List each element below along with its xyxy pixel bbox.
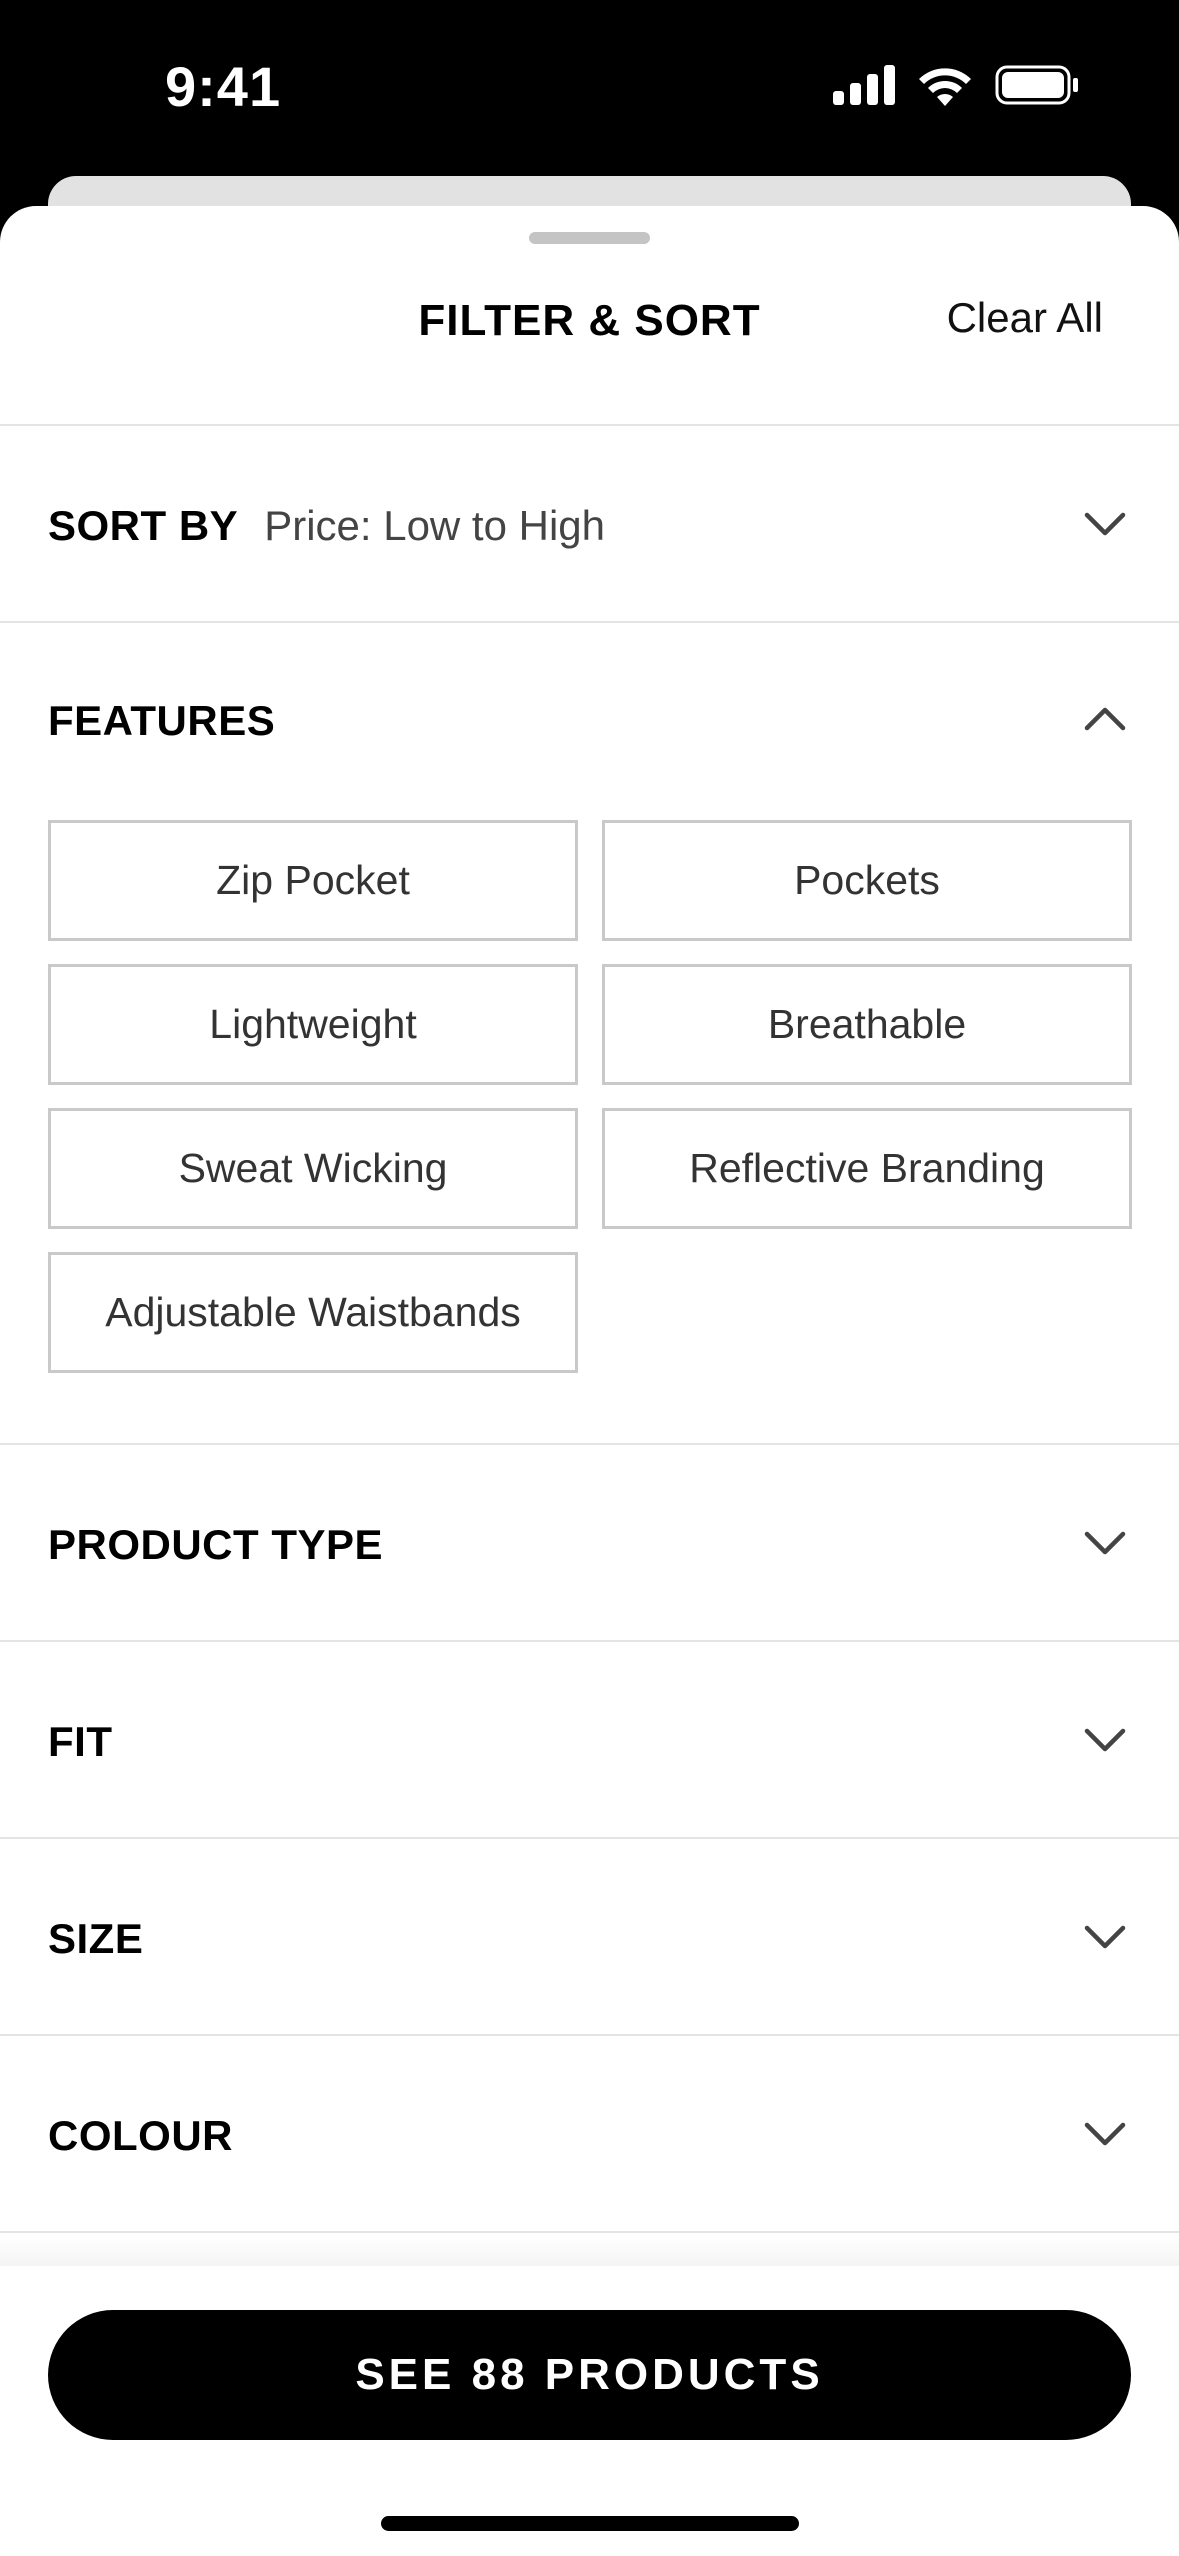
colour-row[interactable]: COLOUR	[0, 2036, 1179, 2233]
status-time: 9:41	[165, 55, 282, 118]
product-type-row[interactable]: PRODUCT TYPE	[0, 1445, 1179, 1642]
feature-chip-reflective-branding[interactable]: Reflective Branding	[602, 1108, 1132, 1229]
chevron-down-icon	[1084, 1531, 1126, 1555]
clear-all-button[interactable]: Clear All	[947, 294, 1103, 342]
feature-chip-sweat-wicking[interactable]: Sweat Wicking	[48, 1108, 578, 1229]
features-label: FEATURES	[48, 697, 276, 744]
see-products-button[interactable]: SEE 88 PRODUCTS	[48, 2310, 1131, 2440]
chevron-up-icon[interactable]	[1079, 693, 1131, 745]
footer-divider	[0, 2236, 1179, 2266]
home-indicator	[381, 2516, 799, 2531]
colour-label: COLOUR	[48, 2112, 233, 2159]
status-icons	[833, 64, 1079, 106]
sort-by-row[interactable]: SORT BY Price: Low to High	[0, 426, 1179, 623]
sort-by-label-group: SORT BY Price: Low to High	[48, 502, 605, 550]
chevron-down-icon	[1084, 1925, 1126, 1949]
feature-chip-pockets[interactable]: Pockets	[602, 820, 1132, 941]
feature-chip-lightweight[interactable]: Lightweight	[48, 964, 578, 1085]
chevron-down-icon	[1084, 1728, 1126, 1752]
cellular-signal-icon	[833, 65, 895, 105]
chevron-down-icon	[1084, 2122, 1126, 2146]
sheet-header: FILTER & SORT Clear All	[0, 206, 1179, 426]
size-label: SIZE	[48, 1915, 144, 1962]
battery-icon	[995, 65, 1078, 105]
feature-chip-adjustable-waistbands[interactable]: Adjustable Waistbands	[48, 1252, 578, 1373]
filter-sort-sheet: FILTER & SORT Clear All SORT BY Price: Lo…	[0, 206, 1179, 2556]
feature-chip-breathable[interactable]: Breathable	[602, 964, 1132, 1085]
chevron-down-icon	[1084, 512, 1126, 536]
sort-by-label: SORT BY	[48, 502, 239, 549]
size-row[interactable]: SIZE	[0, 1839, 1179, 2036]
product-type-label: PRODUCT TYPE	[48, 1521, 384, 1568]
fit-label: FIT	[48, 1718, 113, 1765]
status-bar: 9:41	[0, 0, 1179, 176]
feature-chip-zip-pocket[interactable]: Zip Pocket	[48, 820, 578, 941]
wifi-icon	[919, 68, 971, 106]
sort-by-value: Price: Low to High	[264, 502, 606, 549]
fit-row[interactable]: FIT	[0, 1642, 1179, 1839]
